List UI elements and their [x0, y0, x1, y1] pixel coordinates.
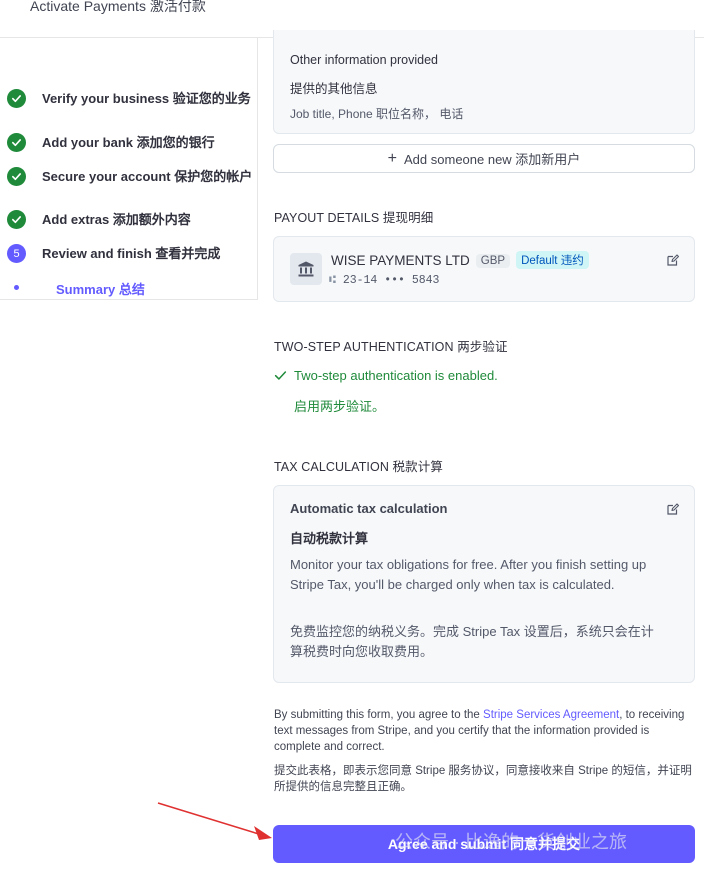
step-label: Review and finish 查看并完成 — [42, 246, 221, 261]
two-step-section-title: TWO-STEP AUTHENTICATION 两步验证 — [274, 340, 508, 354]
other-info-title: Other information provided — [290, 53, 438, 67]
default-badge: Default 违约 — [516, 251, 589, 269]
step-add-extras[interactable]: Add extras 添加额外内容 — [7, 210, 256, 229]
bank-icon — [290, 253, 322, 285]
tax-card: Automatic tax calculation 自动税款计算 Monitor… — [273, 485, 695, 683]
plus-icon: + — [387, 149, 398, 167]
red-arrow-annotation — [157, 802, 272, 840]
agreement-text: By submitting this form, you agree to th… — [274, 707, 694, 755]
step-secure-account[interactable]: Secure your account 保护您的帐户 — [7, 167, 256, 186]
two-step-status-cn: 启用两步验证。 — [294, 399, 386, 414]
check-circle-icon — [7, 89, 26, 108]
services-agreement-link[interactable]: Stripe Services Agreement — [483, 709, 619, 721]
payout-card: WISE PAYMENTS LTD GBP Default 违约 ⑆ 23-14 •… — [273, 236, 695, 302]
step-label: Add extras 添加额外内容 — [42, 212, 191, 227]
account-number: ⑆ 23-14 ••• 5843 — [329, 274, 439, 287]
bank-name: WISE PAYMENTS LTD — [331, 253, 470, 268]
other-info-fields: Job title, Phone 职位名称， 电话 — [290, 107, 464, 121]
two-step-status: Two-step authentication is enabled. — [274, 368, 498, 383]
edit-icon[interactable] — [666, 502, 680, 516]
step-review-finish[interactable]: 5 Review and finish 查看并完成 — [7, 244, 256, 263]
agreement-text-before: By submitting this form, you agree to th… — [274, 709, 484, 721]
agreement-text-cn: 提交此表格，即表示您同意 Stripe 服务协议，同意接收来自 Stripe 的… — [274, 765, 692, 793]
tax-card-title: Automatic tax calculation — [290, 501, 448, 516]
watermark: 公众号 · 比逸的一货创业之旅 — [395, 832, 627, 852]
tax-description-cn: 免费监控您的纳税义务。完成 Stripe Tax 设置后，系统只会在计算税费时向… — [290, 624, 654, 659]
sidebar-item-summary[interactable]: Summary 总结 — [56, 279, 145, 298]
add-someone-label: Add someone new 添加新用户 — [404, 152, 581, 167]
step-add-bank[interactable]: Add your bank 添加您的银行 — [7, 133, 256, 152]
sidebar-steps: Verify your business 验证您的业务 Add your ban… — [0, 38, 258, 300]
step-label: Add your bank 添加您的银行 — [42, 135, 215, 150]
tax-section-title: TAX CALCULATION 税款计算 — [274, 460, 443, 474]
currency-badge: GBP — [475, 254, 511, 268]
routing-icon: ⑆ — [329, 274, 343, 287]
check-circle-icon — [7, 167, 26, 186]
check-circle-icon — [7, 133, 26, 152]
other-info-title-cn: 提供的其他信息 — [290, 82, 378, 96]
step-label: Verify your business 验证您的业务 — [42, 91, 251, 106]
tax-description-en: Monitor your tax obligations for free. A… — [290, 557, 647, 592]
edit-icon[interactable] — [666, 253, 680, 267]
two-step-status-en: Two-step authentication is enabled. — [294, 368, 498, 383]
payout-section-title: PAYOUT DETAILS 提现明细 — [274, 211, 434, 225]
payout-bank-row: WISE PAYMENTS LTD GBP Default 违约 — [331, 251, 589, 269]
add-someone-button[interactable]: + Add someone new 添加新用户 — [273, 144, 695, 173]
current-dot-icon — [14, 285, 19, 290]
check-circle-icon — [7, 210, 26, 229]
tax-card-title-cn: 自动税款计算 — [290, 531, 369, 546]
step-verify-business[interactable]: Verify your business 验证您的业务 — [7, 89, 256, 108]
step-number: 5 — [7, 244, 26, 263]
step-label: Secure your account 保护您的帐户 — [42, 169, 253, 184]
page-title: Activate Payments 激活付款 — [30, 0, 206, 14]
check-icon — [274, 371, 287, 380]
other-info-card: Other information provided 提供的其他信息 Job t… — [273, 30, 695, 134]
account-number-text: 23-14 ••• 5843 — [342, 274, 440, 287]
